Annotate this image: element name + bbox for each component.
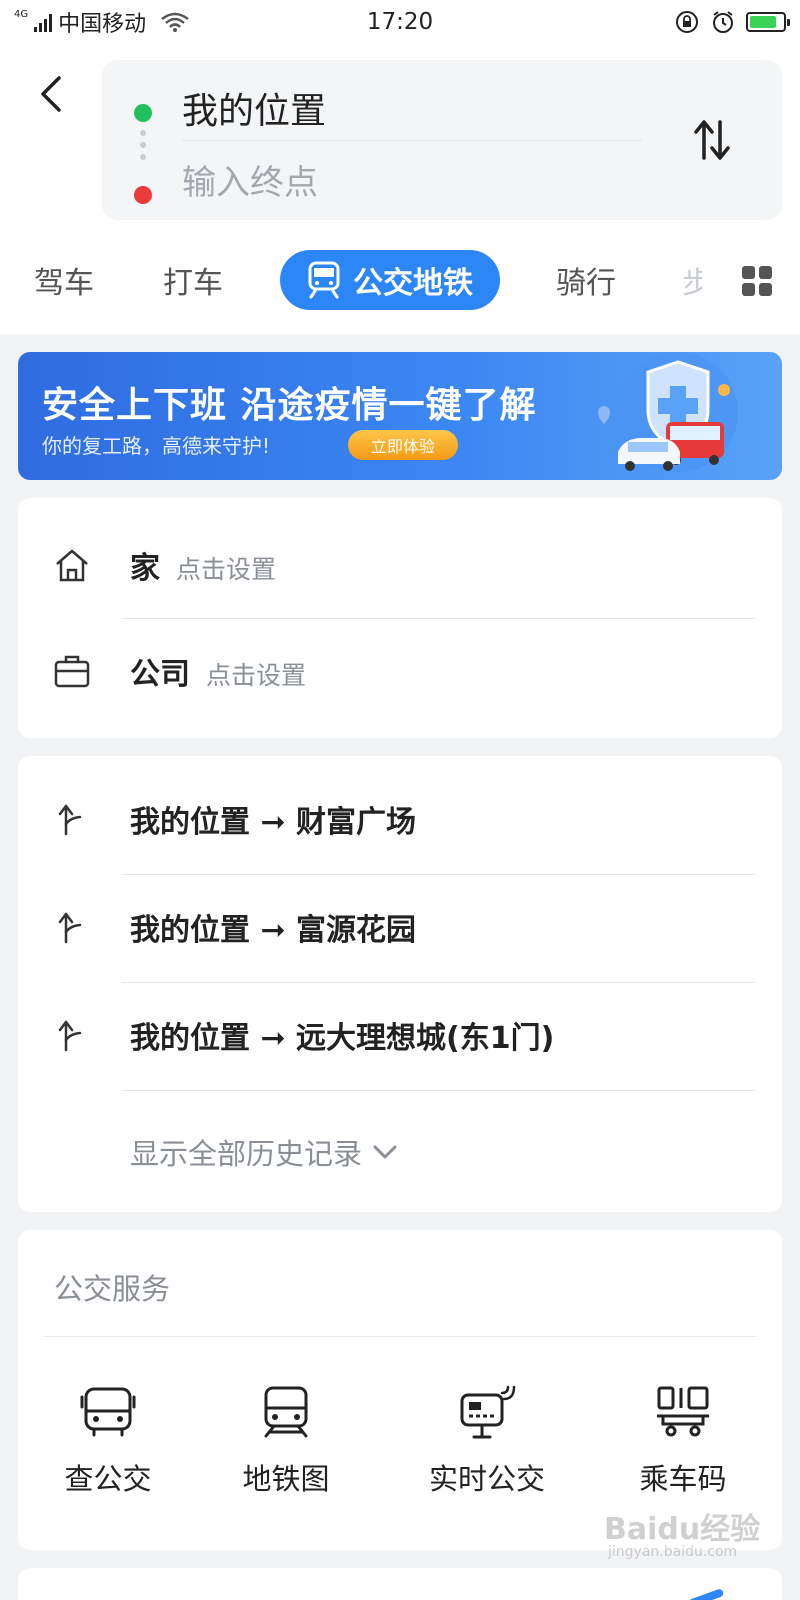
- show-all-history-button[interactable]: 显示全部历史记录: [130, 1122, 398, 1182]
- place-company-name: 公司: [130, 657, 190, 692]
- shield-bus-illustration: [598, 352, 738, 472]
- battery-icon: [746, 12, 790, 32]
- service-subway-map[interactable]: 地铁图: [238, 1382, 334, 1522]
- signal-icon: [34, 12, 53, 32]
- history-item-text: 我的位置 ➞ 富源花园: [130, 913, 417, 948]
- service-realtime-bus[interactable]: 实时公交: [422, 1382, 552, 1522]
- history-item[interactable]: 我的位置 ➞ 远大理想城(东1门): [18, 982, 782, 1088]
- route-turn-icon: [54, 910, 88, 944]
- status-left: 4G 中国移动: [14, 6, 190, 38]
- alarm-icon: [713, 11, 733, 33]
- grid-icon: [742, 266, 755, 279]
- route-connector: [140, 130, 146, 160]
- next-card: [18, 1568, 782, 1600]
- bus-services-title: 公交服务: [54, 1272, 171, 1306]
- tab-drive[interactable]: 驾车: [34, 250, 94, 310]
- promo-banner[interactable]: 安全上下班 沿途疫情一键了解 你的复工路，高德来守护! 立即体验: [18, 352, 782, 480]
- back-button[interactable]: [30, 72, 70, 116]
- bus-icon: [78, 1382, 138, 1442]
- banner-subtitle: 你的复工路，高德来守护!: [42, 434, 271, 458]
- end-dot: [134, 186, 152, 204]
- place-home-hint: 点击设置: [176, 555, 277, 584]
- start-dot: [134, 104, 152, 122]
- subway-icon: [256, 1382, 316, 1442]
- history-item[interactable]: 我的位置 ➞ 富源花园: [18, 874, 782, 980]
- more-modes-button[interactable]: [742, 266, 772, 296]
- place-home[interactable]: 家点击设置: [18, 512, 782, 618]
- carrier-name: 中国移动: [58, 12, 147, 37]
- chevron-left-icon: [41, 76, 61, 112]
- accent-mark: [687, 1588, 725, 1600]
- ride-code-icon: [653, 1382, 713, 1442]
- place-company-hint: 点击设置: [206, 661, 307, 690]
- route-divider: [182, 140, 642, 141]
- history-item[interactable]: 我的位置 ➞ 财富广场: [18, 766, 782, 872]
- place-home-text: 家点击设置: [130, 543, 276, 587]
- divider: [44, 1336, 756, 1337]
- tab-transit[interactable]: 公交地铁: [280, 250, 500, 310]
- saved-places-card: 家点击设置 公司 点击设置: [18, 498, 782, 738]
- service-label: 查公交: [64, 1462, 152, 1496]
- briefcase-icon: [52, 651, 92, 691]
- service-label: 地铁图: [242, 1462, 330, 1496]
- status-bar: 4G 中国移动 17:20: [0, 0, 800, 44]
- history-item-text: 我的位置 ➞ 远大理想城(东1门): [130, 1021, 555, 1056]
- service-label: 乘车码: [639, 1462, 727, 1496]
- tab-taxi[interactable]: 打车: [163, 250, 223, 310]
- history-card: 我的位置 ➞ 财富广场 我的位置 ➞ 富源花园 我的位置 ➞ 远大理想城(东1门…: [18, 756, 782, 1212]
- banner-cta-button[interactable]: 立即体验: [348, 430, 458, 460]
- service-query-bus[interactable]: 查公交: [60, 1382, 156, 1522]
- destination-input[interactable]: [182, 158, 642, 208]
- bus-services-card: 公交服务 查公交 地铁图 实时公交 乘车码: [18, 1230, 782, 1550]
- watermark-url: jingyan.baidu.com: [608, 1544, 738, 1560]
- wifi-icon: [161, 12, 189, 32]
- route-input-box: 我的位置: [102, 60, 782, 220]
- rotation-lock-icon: [676, 11, 698, 33]
- transport-mode-tabs: 驾车 打车 公交地铁 骑行 步: [0, 250, 800, 310]
- chevron-down-icon: [373, 1145, 397, 1159]
- watermark-logo: Baidu经验: [604, 1512, 761, 1547]
- network-type: 4G: [14, 8, 29, 20]
- tab-walk[interactable]: 步: [682, 250, 702, 310]
- show-all-history-label: 显示全部历史记录: [130, 1137, 363, 1171]
- service-label: 实时公交: [428, 1462, 545, 1496]
- place-company[interactable]: 公司 点击设置: [18, 618, 782, 724]
- route-header: 我的位置 驾车 打车 公交地铁 骑行 步: [0, 44, 800, 334]
- tab-transit-label: 公交地铁: [353, 266, 473, 301]
- swap-button[interactable]: [682, 110, 742, 170]
- subway-icon: [308, 261, 340, 299]
- route-turn-icon: [54, 1018, 88, 1052]
- battery-fill: [750, 16, 776, 28]
- home-icon: [52, 545, 92, 585]
- place-home-name: 家: [130, 551, 160, 586]
- history-item-text: 我的位置 ➞ 财富广场: [130, 805, 417, 840]
- divider: [122, 1090, 756, 1091]
- realtime-bus-icon: [457, 1382, 517, 1442]
- tab-bike[interactable]: 骑行: [556, 250, 616, 310]
- banner-title: 安全上下班 沿途疫情一键了解: [42, 385, 537, 426]
- start-location[interactable]: 我的位置: [182, 82, 326, 134]
- service-ride-code[interactable]: 乘车码: [628, 1382, 738, 1522]
- place-company-text: 公司 点击设置: [130, 649, 306, 693]
- status-right: [674, 9, 790, 35]
- route-turn-icon: [54, 802, 88, 836]
- swap-icon: [694, 120, 730, 160]
